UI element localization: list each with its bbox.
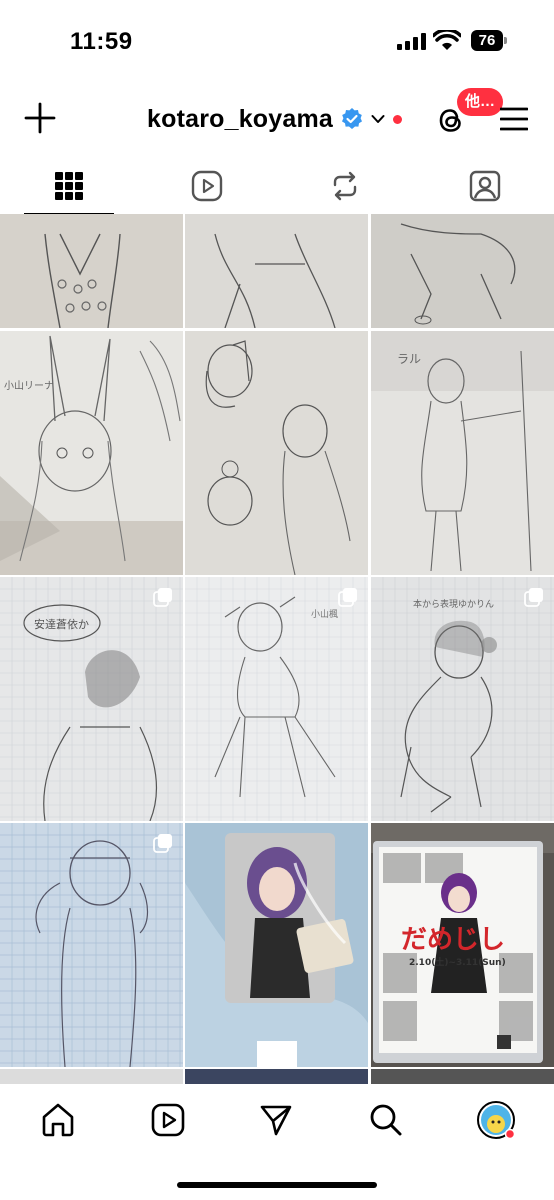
profile-avatar <box>477 1101 516 1140</box>
nav-home[interactable] <box>38 1100 78 1140</box>
sketch-caption: ラル <box>397 352 421 366</box>
profile-header: kotaro_koyama 他… <box>0 88 554 150</box>
grid-icon <box>55 172 83 200</box>
post-tile[interactable] <box>0 823 183 1067</box>
post-tile[interactable]: 本から表現ゆかりん <box>371 577 554 821</box>
carousel-icon <box>338 588 357 607</box>
menu-icon[interactable] <box>500 106 528 132</box>
post-tile[interactable]: 安達蒼依か <box>0 577 183 821</box>
sketch-caption: 安達蒼依か <box>34 617 89 631</box>
reels-icon <box>151 1103 185 1137</box>
battery-level: 76 <box>478 32 496 49</box>
chevron-down-icon <box>371 115 385 123</box>
tab-posts-grid[interactable] <box>24 160 114 212</box>
wifi-icon <box>433 30 461 50</box>
reposts-icon <box>333 171 357 201</box>
post-tile[interactable]: だめじし 2.10(土)~3.11(Sun) <box>371 823 554 1067</box>
carousel-icon <box>153 834 172 853</box>
account-switcher[interactable]: kotaro_koyama <box>147 104 403 134</box>
notification-dot <box>393 114 403 124</box>
bottom-navigation <box>0 1084 554 1200</box>
post-tile[interactable] <box>185 823 368 1067</box>
post-tile[interactable] <box>371 1069 554 1084</box>
status-bar: 11:59 76 <box>0 0 554 80</box>
post-tile[interactable]: 小山楓 <box>185 577 368 821</box>
post-tile[interactable] <box>371 214 554 328</box>
sketch-caption: 小山楓 <box>311 608 338 620</box>
post-tile[interactable] <box>0 214 183 328</box>
sketch-caption: 本から表現ゆかりん <box>413 598 494 610</box>
nav-reels[interactable] <box>148 1100 188 1140</box>
post-tile[interactable] <box>0 1069 183 1084</box>
nav-messages[interactable] <box>256 1100 296 1140</box>
poster-dates: 2.10(土)~3.11(Sun) <box>409 956 506 968</box>
posts-grid: 小山リーナ ラル 安達蒼依か 小山楓 本から表現ゆかりん だめじし 2.10(土… <box>0 214 554 1084</box>
profile-tabs <box>0 160 554 216</box>
search-icon <box>370 1104 402 1136</box>
post-tile[interactable]: ラル <box>371 331 554 575</box>
carousel-icon <box>153 588 172 607</box>
status-time: 11:59 <box>70 28 133 55</box>
sketch-caption: 小山リーナ <box>4 380 54 392</box>
post-tile[interactable]: 小山リーナ <box>0 331 183 575</box>
threads-badge: 他… <box>457 88 504 116</box>
post-tile[interactable] <box>185 331 368 575</box>
verified-badge-icon <box>342 108 363 129</box>
home-icon <box>42 1103 74 1137</box>
tab-tagged[interactable] <box>440 160 530 212</box>
plus-icon[interactable] <box>24 102 56 134</box>
post-tile[interactable] <box>185 1069 368 1084</box>
username: kotaro_koyama <box>147 104 334 133</box>
send-icon <box>260 1105 292 1136</box>
nav-profile[interactable] <box>476 1100 516 1140</box>
tab-reposts[interactable] <box>300 160 390 212</box>
nav-search[interactable] <box>366 1100 406 1140</box>
battery-icon: 76 <box>471 30 507 51</box>
reels-icon <box>191 170 223 202</box>
poster-title: だめじし <box>401 925 505 955</box>
home-indicator <box>177 1182 377 1188</box>
post-tile[interactable] <box>185 214 368 328</box>
tab-reels[interactable] <box>162 160 252 212</box>
signal-icon <box>397 33 426 50</box>
tagged-icon <box>469 170 501 202</box>
carousel-icon <box>524 588 543 607</box>
